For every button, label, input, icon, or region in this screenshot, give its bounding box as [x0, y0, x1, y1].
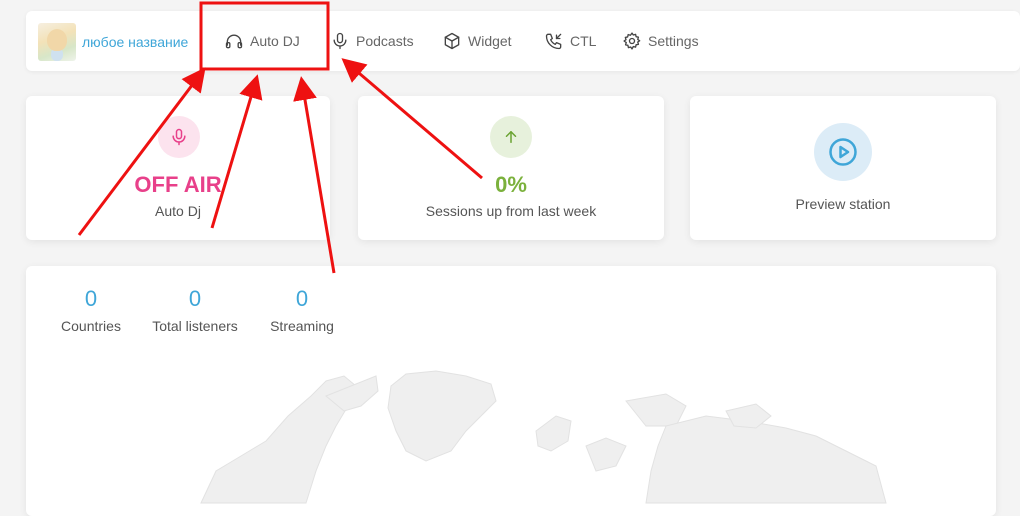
world-map — [200, 370, 887, 504]
nav-label: Widget — [468, 33, 512, 49]
auto-dj-status-card: OFF AIR Auto Dj — [26, 96, 330, 240]
top-navigation-bar: любое название Auto DJ Podcasts Widget C… — [26, 11, 1020, 71]
phone-incoming-icon — [545, 33, 562, 50]
listeners-panel: 0 Countries 0 Total listeners 0 Streamin… — [26, 266, 996, 516]
sessions-icon-circle — [490, 116, 532, 158]
sessions-label: Sessions up from last week — [425, 203, 597, 219]
status-icon-circle — [158, 116, 200, 158]
microphone-icon — [172, 128, 186, 146]
nav-item-podcasts[interactable]: Podcasts — [330, 11, 414, 71]
nav-item-widget[interactable]: Widget — [442, 11, 512, 71]
nav-label: CTL — [570, 33, 597, 49]
status-label: Auto Dj — [155, 203, 201, 219]
preview-station-card[interactable]: Preview station — [690, 96, 996, 240]
station-name: любое название — [82, 34, 189, 50]
cube-icon — [444, 32, 460, 50]
nav-label: Podcasts — [356, 33, 414, 49]
nav-item-ctl[interactable]: CTL — [544, 11, 596, 71]
nav-item-settings[interactable]: Settings — [622, 11, 699, 71]
station-avatar — [38, 23, 76, 61]
gear-icon — [623, 32, 641, 50]
sessions-change-value: 0% — [495, 172, 527, 197]
microphone-icon — [333, 32, 347, 50]
station-brand[interactable]: любое название — [38, 22, 188, 62]
nav-label: Settings — [648, 33, 699, 49]
sessions-card: 0% Sessions up from last week — [358, 96, 664, 240]
arrow-up-icon — [505, 131, 517, 143]
preview-play-button[interactable] — [814, 123, 872, 181]
on-air-status: OFF AIR — [134, 172, 222, 197]
play-circle-icon — [829, 138, 857, 166]
nav-item-auto-dj[interactable]: Auto DJ — [224, 11, 300, 71]
preview-station-label: Preview station — [795, 196, 891, 212]
headphones-icon — [225, 34, 243, 49]
nav-label: Auto DJ — [250, 33, 300, 49]
